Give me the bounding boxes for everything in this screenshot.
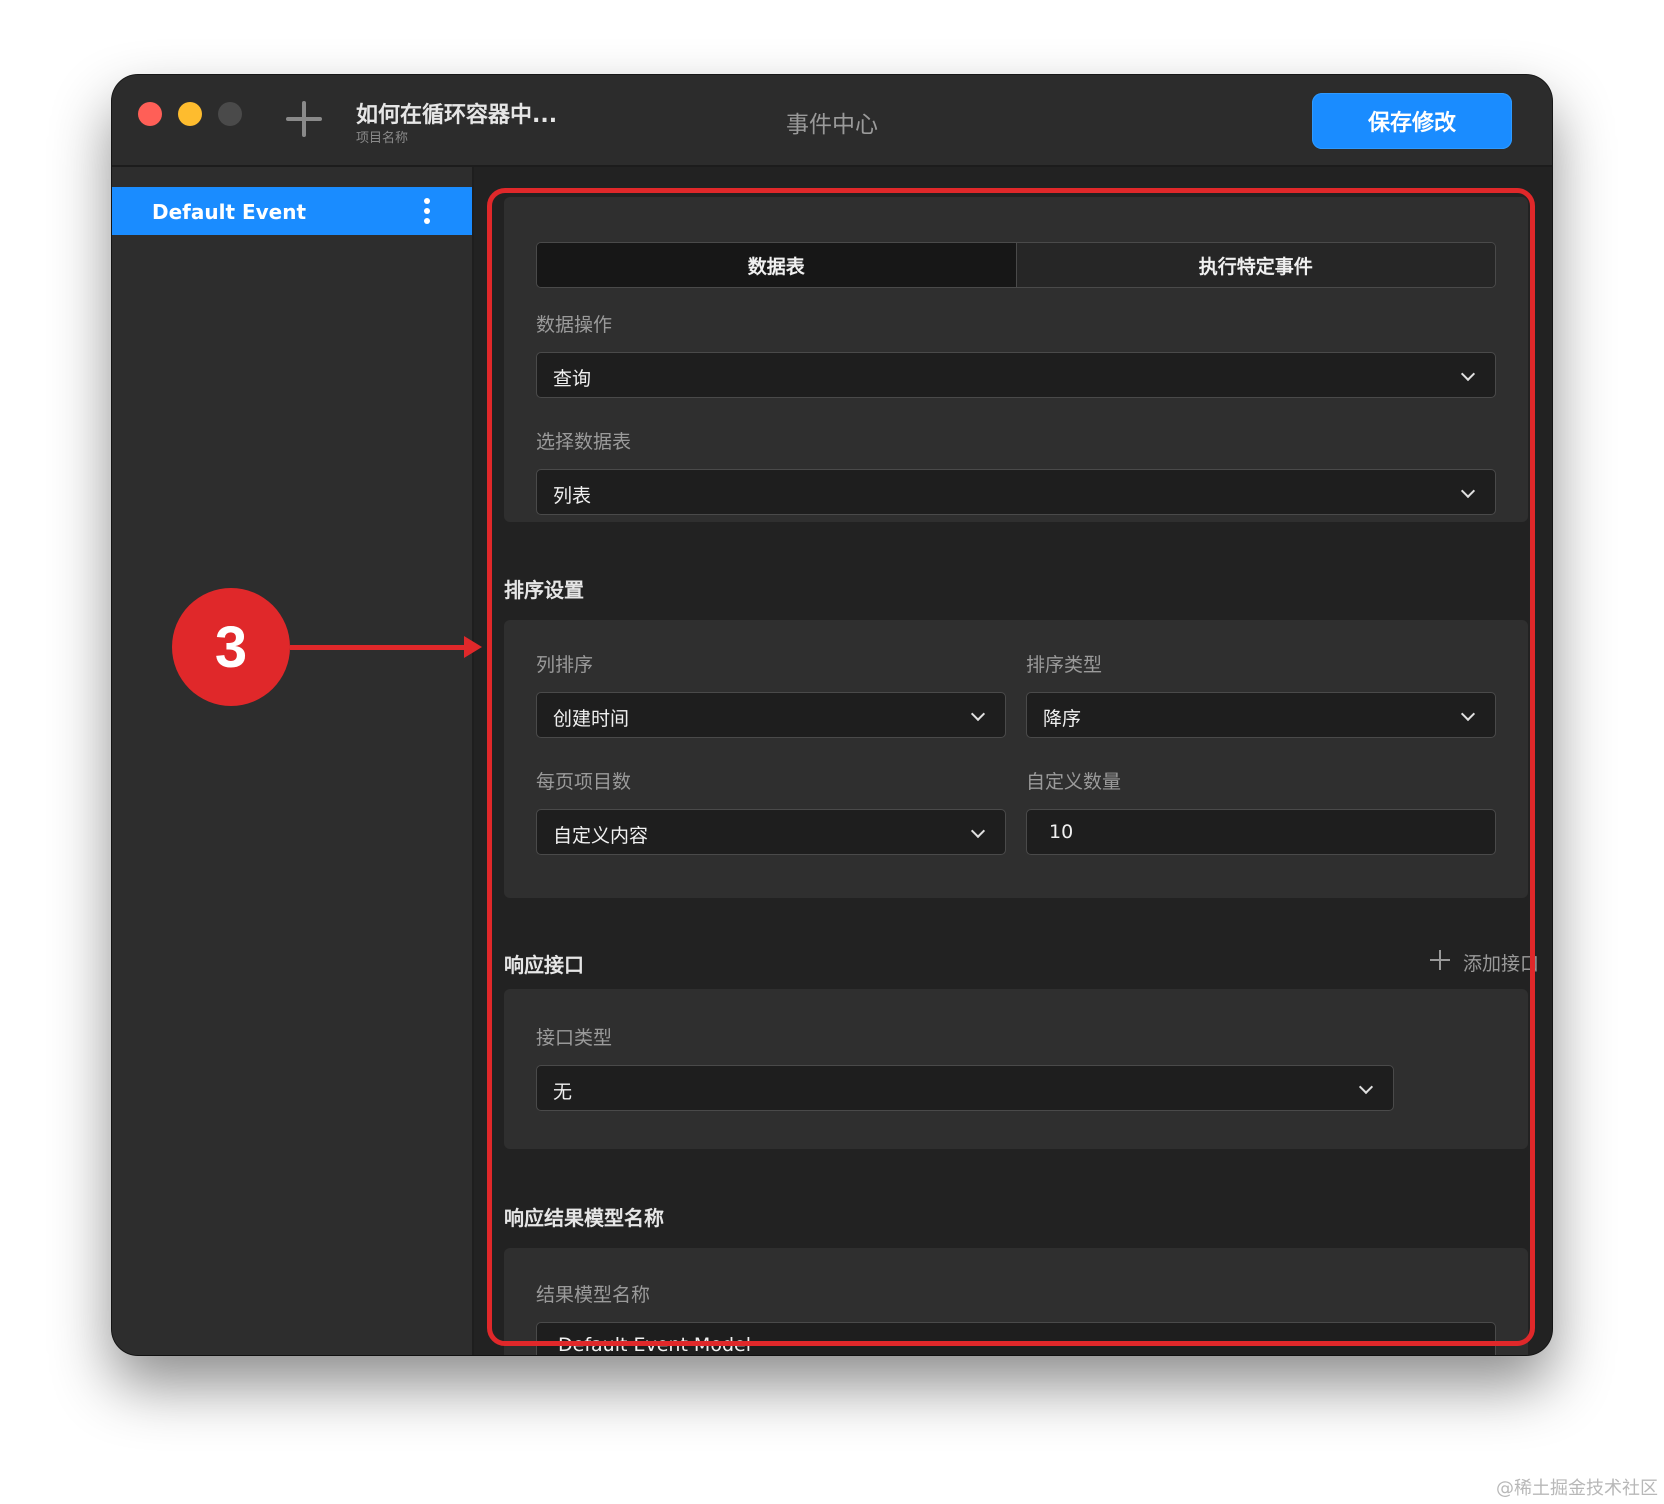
- result-model-section-title: 响应结果模型名称: [504, 1206, 664, 1230]
- result-model-name-label: 结果模型名称: [536, 1284, 651, 1306]
- sort-type-label: 排序类型: [1026, 654, 1103, 676]
- event-config-panel: 数据表 执行特定事件 数据操作 查询 选择数据表 列表 排序设置 列排序 创建时…: [474, 167, 1552, 1355]
- per-page-label: 每页项目数: [536, 771, 632, 793]
- api-type-value: 无: [553, 1081, 573, 1103]
- operation-value: 查询: [553, 368, 592, 390]
- chevron-down-icon: [1358, 1079, 1374, 1095]
- plus-icon[interactable]: [284, 99, 324, 139]
- app-window: 如何在循环容器中... 项目名称 事件中心 保存修改 Default Event…: [112, 75, 1552, 1355]
- more-options-icon[interactable]: [424, 198, 430, 224]
- sort-type-value: 降序: [1043, 708, 1082, 730]
- per-page-value: 自定义内容: [553, 825, 649, 847]
- result-model-name-value: Default Event Model: [558, 1334, 751, 1355]
- sort-type-select[interactable]: 降序: [1026, 692, 1496, 738]
- custom-count-value: 10: [1049, 821, 1074, 843]
- maximize-window-button[interactable]: [218, 102, 242, 126]
- minimize-window-button[interactable]: [178, 102, 202, 126]
- operation-label: 数据操作: [536, 314, 613, 336]
- annotation-step-badge: 3: [172, 588, 290, 706]
- tab-data-table[interactable]: 数据表: [537, 243, 1017, 287]
- api-type-select[interactable]: 无: [536, 1065, 1394, 1111]
- titlebar: 如何在循环容器中... 项目名称 事件中心 保存修改: [112, 75, 1552, 167]
- table-select-label: 选择数据表: [536, 431, 632, 453]
- column-sort-label: 列排序: [536, 654, 594, 676]
- chevron-down-icon: [1460, 366, 1476, 382]
- close-window-button[interactable]: [138, 102, 162, 126]
- sort-section-title: 排序设置: [504, 578, 584, 602]
- plus-icon: [1429, 949, 1451, 971]
- data-table-value: 列表: [553, 485, 592, 507]
- sidebar-item-label: Default Event: [152, 200, 307, 224]
- chevron-down-icon: [970, 823, 986, 839]
- annotation-arrow-head-icon: [464, 636, 482, 658]
- column-sort-value: 创建时间: [553, 708, 630, 730]
- chevron-down-icon: [1460, 483, 1476, 499]
- annotation-arrow-line: [290, 645, 466, 650]
- sidebar-item-default-event[interactable]: Default Event: [112, 187, 472, 235]
- response-card: 接口类型 无: [504, 989, 1528, 1149]
- save-changes-button[interactable]: 保存修改: [1312, 93, 1512, 149]
- sidebar: Default Event: [112, 167, 474, 1355]
- custom-count-input[interactable]: 10: [1026, 809, 1496, 855]
- sort-settings-card: 列排序 创建时间 排序类型 降序 每页项目数 自定义内容 自定义数量 10: [504, 620, 1528, 898]
- custom-count-label: 自定义数量: [1026, 771, 1122, 793]
- api-type-label: 接口类型: [536, 1027, 613, 1049]
- tab-bar: 数据表 执行特定事件: [536, 242, 1496, 288]
- operation-select[interactable]: 查询: [536, 352, 1496, 398]
- screenshot-stage: 如何在循环容器中... 项目名称 事件中心 保存修改 Default Event…: [0, 0, 1664, 1504]
- data-table-select[interactable]: 列表: [536, 469, 1496, 515]
- project-subtitle: 项目名称: [356, 131, 409, 146]
- project-title[interactable]: 如何在循环容器中...: [356, 97, 557, 129]
- result-model-name-input[interactable]: Default Event Model: [536, 1322, 1496, 1355]
- per-page-select[interactable]: 自定义内容: [536, 809, 1006, 855]
- data-table-card: 数据表 执行特定事件 数据操作 查询 选择数据表 列表: [504, 197, 1528, 522]
- result-model-card: 结果模型名称 Default Event Model: [504, 1248, 1528, 1355]
- chevron-down-icon: [970, 706, 986, 722]
- add-api-label: 添加接口: [1463, 953, 1540, 975]
- chevron-down-icon: [1460, 706, 1476, 722]
- response-section-title: 响应接口: [504, 953, 584, 977]
- watermark: @稀土掘金技术社区: [1496, 1478, 1658, 1499]
- column-sort-select[interactable]: 创建时间: [536, 692, 1006, 738]
- tab-execute-event[interactable]: 执行特定事件: [1016, 243, 1495, 287]
